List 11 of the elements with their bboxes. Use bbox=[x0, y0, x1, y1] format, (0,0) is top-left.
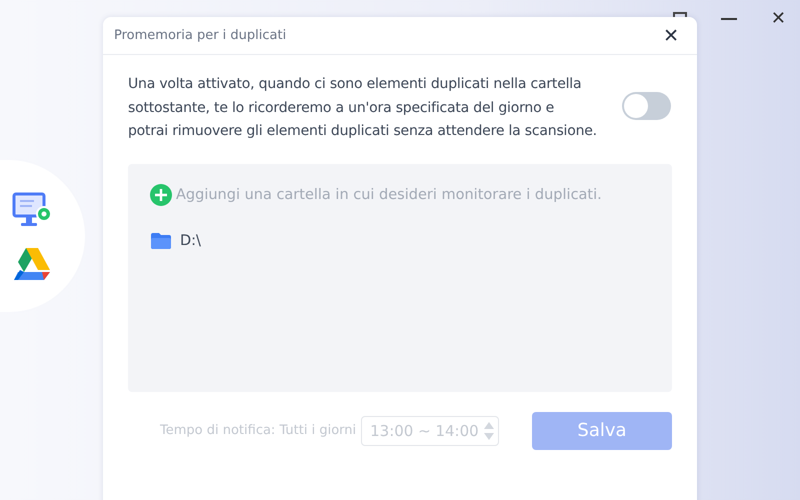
minimize-icon[interactable] bbox=[720, 18, 737, 20]
dialog-title: Promemoria per i duplicati bbox=[114, 28, 286, 43]
plus-icon[interactable] bbox=[150, 184, 172, 206]
close-button[interactable]: ✕ bbox=[770, 8, 786, 29]
description-text: Una volta attivato, quando ci sono elementi duplicati nella cartella sottostante, te lo ricorderemo a un'ora specificata del giorno e potrai rimuovere gli elementi duplicati senza attendere la scansione. bbox=[128, 75, 598, 141]
drive-icon[interactable] bbox=[12, 246, 52, 282]
toggle-switch[interactable] bbox=[622, 92, 671, 120]
notification-time-label: Tempo di notifica: Tutti i giorni bbox=[160, 423, 356, 438]
folder-icon bbox=[150, 232, 172, 250]
close-button[interactable]: ✕ bbox=[663, 24, 679, 46]
folder-name[interactable]: D:\ bbox=[180, 232, 201, 248]
